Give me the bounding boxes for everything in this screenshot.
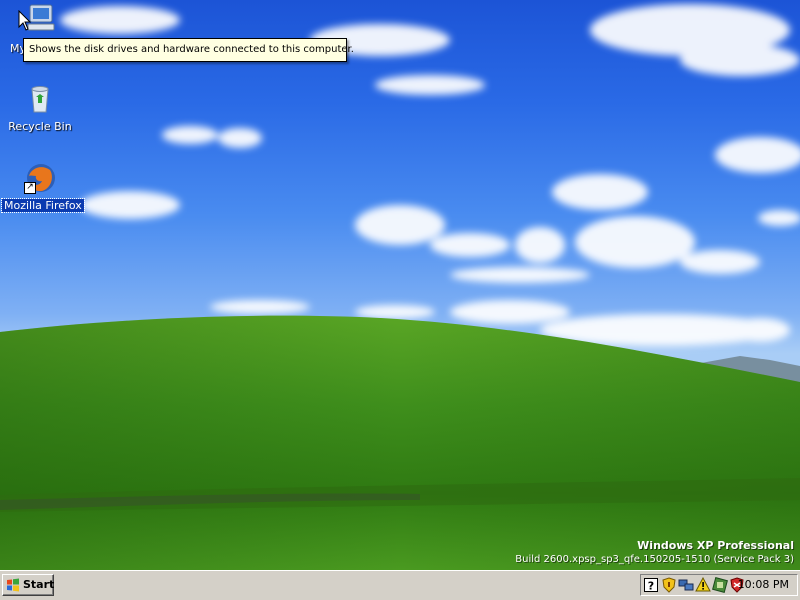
- security-shield-icon[interactable]: [661, 577, 677, 593]
- recycle-bin-icon: [24, 83, 56, 115]
- taskbar-clock[interactable]: 10:08 PM: [738, 575, 789, 595]
- recycle-bin-icon-tile[interactable]: Recycle Bin: [2, 83, 78, 134]
- svg-text:?: ?: [648, 580, 654, 593]
- firefox-icon-tile[interactable]: ↗ Mozilla Firefox: [1, 162, 85, 213]
- windows-version-watermark: Windows XP Professional Build 2600.xpsp_…: [515, 538, 794, 567]
- green-app-icon[interactable]: [712, 577, 728, 593]
- my-computer-icon-tile[interactable]: My: [2, 2, 78, 55]
- mouse-pointer-icon: [18, 9, 32, 36]
- windows-edition-text: Windows XP Professional: [637, 539, 794, 552]
- my-computer-tooltip: Shows the disk drives and hardware conne…: [23, 38, 354, 62]
- network-icon[interactable]: [678, 577, 694, 593]
- shortcut-arrow-icon: ↗: [24, 182, 36, 194]
- help-icon[interactable]: ?: [643, 577, 659, 593]
- start-button[interactable]: Start: [2, 574, 54, 596]
- firefox-label: Mozilla Firefox: [1, 198, 85, 213]
- windows-flag-icon: [6, 578, 20, 592]
- warning-icon[interactable]: [695, 576, 711, 593]
- recycle-bin-label: Recycle Bin: [8, 120, 72, 133]
- start-button-label: Start: [23, 578, 55, 591]
- firefox-icon: ↗: [24, 162, 56, 194]
- system-tray: ? 10:08 PM: [640, 574, 798, 596]
- desktop-screen: My Recycle Bin ↗ Mozilla Firefox Shows t…: [0, 0, 800, 600]
- wallpaper-art: [0, 4, 800, 570]
- wallpaper-bliss: [0, 0, 800, 570]
- taskbar: Start ? 10:08 PM: [0, 570, 800, 600]
- windows-build-text: Build 2600.xpsp_sp3_qfe.150205-1510 (Ser…: [515, 554, 794, 565]
